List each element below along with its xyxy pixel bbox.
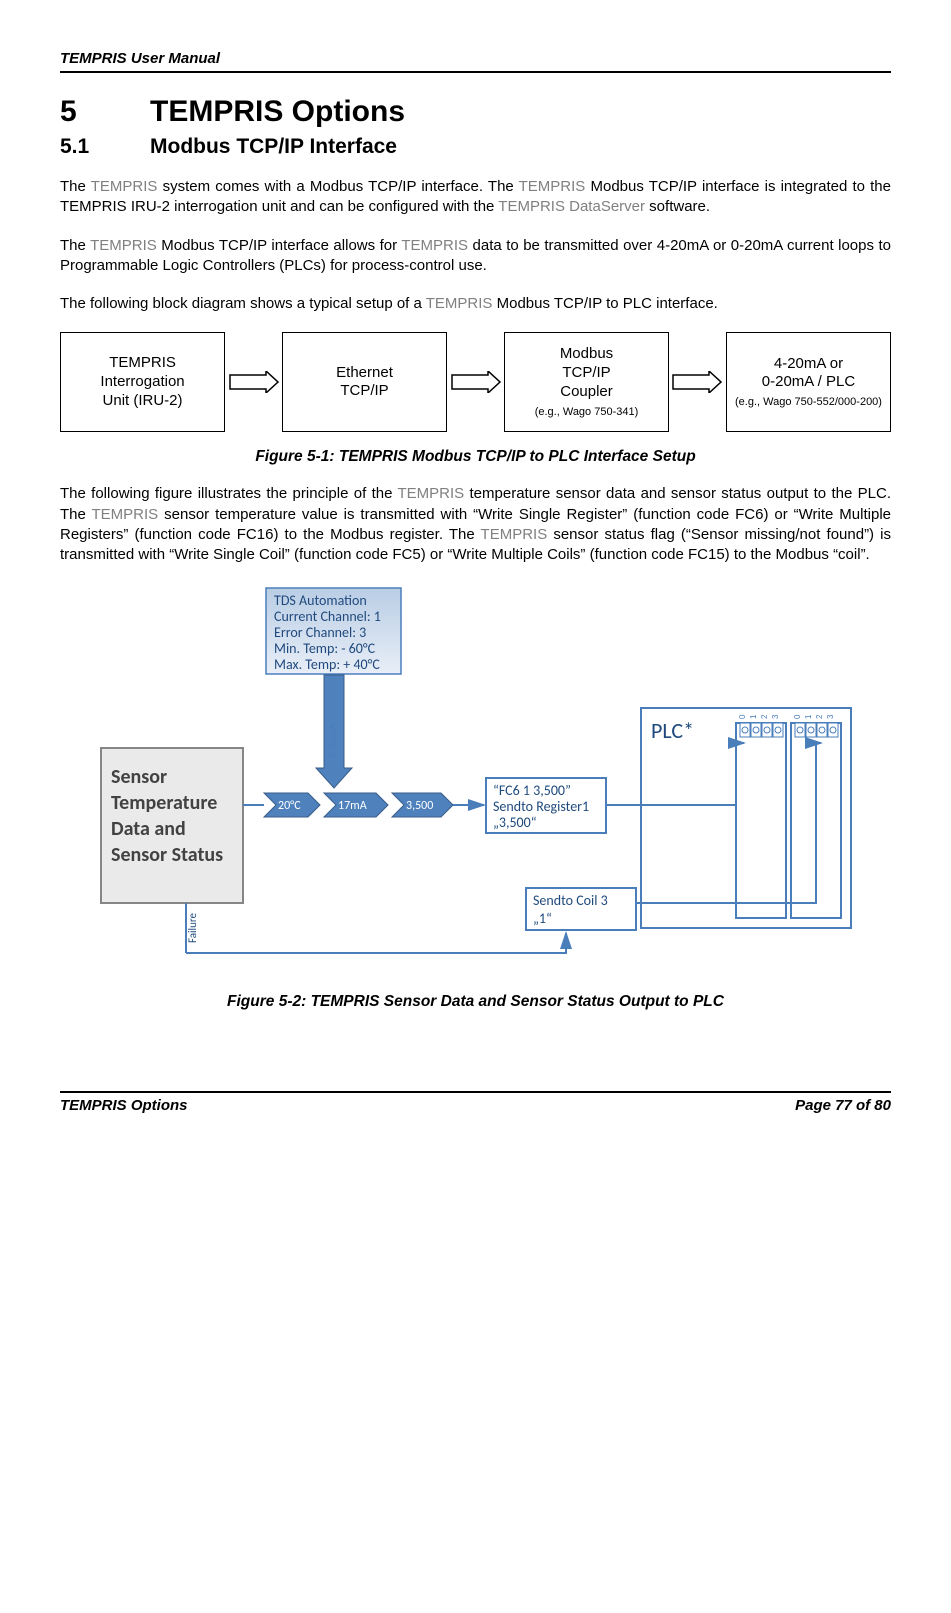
arrow-420ma-label: 4-20mA [328, 723, 339, 758]
fc6-l2: Sendto Register1 [493, 798, 589, 815]
diagram-box-plc: 4-20mA or 0-20mA / PLC (e.g., Wago 750-5… [726, 332, 891, 432]
figure-caption-2: Figure 5-2: TEMPRIS Sensor Data and Sens… [60, 993, 891, 1011]
arrow-icon [447, 371, 504, 393]
plc-label: PLC* [651, 717, 694, 744]
svg-text:2: 2 [760, 714, 769, 719]
dataserver-word: TEMPRIS DataServer [498, 198, 645, 215]
paragraph-4: The following figure illustrates the pri… [60, 484, 891, 565]
sensor-l4: Sensor Status [111, 843, 223, 867]
figure-caption-1: Figure 5-1: TEMPRIS Modbus TCP/IP to PLC… [60, 448, 891, 466]
page-header: TEMPRIS User Manual [60, 50, 891, 73]
tds-l3: Error Channel: 3 [274, 624, 366, 641]
svg-text:0: 0 [738, 714, 747, 719]
h1-text: TEMPRIS Options [150, 95, 405, 128]
figure-2: TDS Automation Current Channel: 1 Error … [60, 583, 891, 983]
heading-2: 5.1Modbus TCP/IP Interface [60, 135, 891, 159]
tempris-word: TEMPRIS [91, 178, 158, 195]
arrow-icon [225, 371, 282, 393]
tempris-word: TEMPRIS [92, 506, 159, 523]
arrow-icon [669, 371, 726, 393]
svg-text:1: 1 [804, 714, 813, 719]
chev3-label: 3,500 [406, 799, 433, 813]
svg-text:3: 3 [826, 714, 835, 719]
tds-l1: TDS Automation [274, 592, 367, 609]
coil-l2: „1“ [533, 910, 552, 927]
connector-failure [186, 933, 566, 953]
fc6-l1: “FC6 1 3,500” [493, 782, 571, 799]
sensor-l2: Temperature [111, 791, 217, 815]
diagram-box-coupler: Modbus TCP/IP Coupler (e.g., Wago 750-34… [504, 332, 669, 432]
block-diagram: TEMPRIS Interrogation Unit (IRU-2) Ether… [60, 332, 891, 432]
tempris-word: TEMPRIS [426, 295, 493, 312]
h2-text: Modbus TCP/IP Interface [150, 135, 397, 158]
tds-l5: Max. Temp: + 40°C [274, 656, 380, 673]
paragraph-3: The following block diagram shows a typi… [60, 294, 891, 314]
tempris-word: TEMPRIS [398, 485, 465, 502]
header-title: TEMPRIS User Manual [60, 50, 220, 67]
svg-text:3: 3 [771, 714, 780, 719]
page-footer: TEMPRIS Options Page 77 of 80 [60, 1091, 891, 1114]
coil-l1: Sendto Coil 3 [533, 892, 608, 909]
diagram-box-iru2: TEMPRIS Interrogation Unit (IRU-2) [60, 332, 225, 432]
sensor-l1: Sensor [111, 765, 167, 789]
chev2-label: 17mA [338, 799, 367, 813]
h1-number: 5 [60, 95, 150, 129]
svg-text:2: 2 [815, 714, 824, 719]
svg-text:1: 1 [749, 714, 758, 719]
footer-left: TEMPRIS Options [60, 1097, 188, 1114]
chev1-label: 20°C [278, 799, 301, 813]
h2-number: 5.1 [60, 135, 150, 159]
paragraph-1: The TEMPRIS system comes with a Modbus T… [60, 177, 891, 218]
tempris-word: TEMPRIS [481, 526, 548, 543]
footer-right: Page 77 of 80 [795, 1097, 891, 1114]
tempris-word: TEMPRIS [401, 237, 468, 254]
fc6-l3: „3,500“ [493, 814, 537, 831]
paragraph-2: The TEMPRIS Modbus TCP/IP interface allo… [60, 236, 891, 277]
tds-l4: Min. Temp: - 60°C [274, 640, 376, 657]
sensor-l3: Data and [111, 817, 186, 841]
failure-label: Failure [186, 913, 199, 944]
tempris-word: TEMPRIS [90, 237, 157, 254]
svg-text:0: 0 [793, 714, 802, 719]
diagram-box-ethernet: Ethernet TCP/IP [282, 332, 447, 432]
tds-l2: Current Channel: 1 [274, 608, 381, 625]
heading-1: 5TEMPRIS Options [60, 95, 891, 129]
tempris-word: TEMPRIS [519, 178, 586, 195]
